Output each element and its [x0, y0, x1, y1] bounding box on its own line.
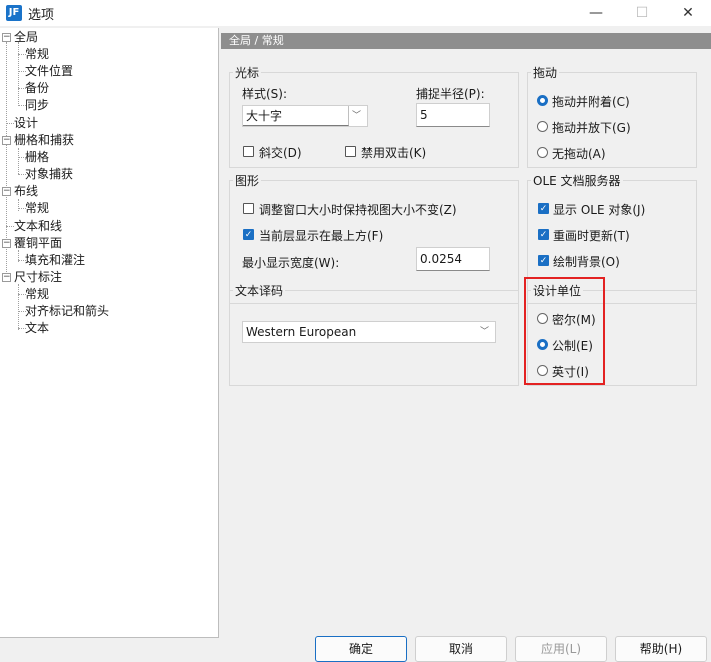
orthogonal-checkbox[interactable] [243, 146, 254, 157]
collapse-icon[interactable]: − [2, 187, 11, 196]
draw-background-label[interactable]: 绘制背景(O) [553, 253, 620, 270]
settings-pane: 全局 / 常规 光标 样式(S): 大十字 ﹀ 捕捉半径(P): 5 斜交(D)… [221, 28, 711, 638]
collapse-icon[interactable]: − [2, 136, 11, 145]
no-drag-label[interactable]: 无拖动(A) [552, 145, 606, 162]
highlight-box [524, 277, 605, 385]
app-icon: JF [6, 5, 22, 21]
collapse-icon[interactable]: − [2, 273, 11, 282]
cursor-group-title: 光标 [233, 64, 262, 81]
help-button[interactable]: 帮助(H) [615, 636, 707, 662]
collapse-icon[interactable]: − [2, 33, 11, 42]
current-layer-top-checkbox[interactable]: ✓ [243, 229, 254, 240]
cancel-button[interactable]: 取消 [415, 636, 507, 662]
graphics-group-title: 图形 [233, 172, 262, 189]
min-width-label: 最小显示宽度(W): [242, 256, 340, 270]
ole-group-title: OLE 文档服务器 [531, 172, 623, 189]
current-layer-top-label[interactable]: 当前层显示在最上方(F) [259, 227, 383, 244]
no-drag-radio[interactable] [537, 147, 548, 158]
disable-dblclick-checkbox[interactable] [345, 146, 356, 157]
keep-view-size-checkbox[interactable] [243, 203, 254, 214]
drag-drop-radio[interactable] [537, 121, 548, 132]
cursor-group: 光标 样式(S): 大十字 ﹀ 捕捉半径(P): 5 斜交(D) 禁用双击(K) [229, 64, 519, 168]
cursor-style-select[interactable]: 大十字 ﹀ [242, 105, 368, 127]
drag-group: 拖动 拖动并附着(C) 拖动并放下(G) 无拖动(A) [527, 64, 697, 168]
apply-button[interactable]: 应用(L) [515, 636, 607, 662]
orthogonal-label[interactable]: 斜交(D) [259, 144, 302, 161]
show-ole-checkbox[interactable]: ✓ [538, 203, 549, 214]
ok-button[interactable]: 确定 [315, 636, 407, 662]
drag-drop-label[interactable]: 拖动并放下(G) [552, 119, 631, 136]
maximize-button[interactable]: ☐ [619, 0, 665, 26]
disable-dblclick-label[interactable]: 禁用双击(K) [361, 144, 426, 161]
drag-attach-label[interactable]: 拖动并附着(C) [552, 93, 630, 110]
keep-view-size-label[interactable]: 调整窗口大小时保持视图大小不变(Z) [259, 201, 457, 218]
style-label: 样式(S): [242, 87, 288, 101]
encoding-group-title: 文本译码 [233, 282, 286, 299]
encoding-group: 文本译码 Western European ﹀ [229, 282, 519, 386]
drag-group-title: 拖动 [531, 64, 560, 81]
close-button[interactable]: ✕ [665, 0, 711, 26]
snap-radius-label: 捕捉半径(P): [416, 87, 485, 101]
minimize-button[interactable]: — [573, 0, 619, 26]
encoding-select[interactable]: Western European ﹀ [242, 321, 496, 343]
pane-header: 全局 / 常规 [221, 33, 711, 49]
chevron-down-icon: ﹀ [351, 111, 361, 121]
chevron-down-icon: ﹀ [479, 327, 489, 337]
min-width-input[interactable]: 0.0254 [416, 247, 490, 271]
options-tree[interactable]: − 全局 常规 文件位置 备份 同步 设计 − 栅格和捕获 栅格 对象捕获 − … [0, 28, 219, 638]
update-redraw-checkbox[interactable]: ✓ [538, 229, 549, 240]
window-title: 选项 [28, 8, 55, 23]
snap-radius-input[interactable]: 5 [416, 103, 490, 127]
draw-background-checkbox[interactable]: ✓ [538, 255, 549, 266]
drag-attach-radio[interactable] [537, 95, 548, 106]
title-bar: JF 选项 — ☐ ✕ [0, 0, 711, 26]
show-ole-label[interactable]: 显示 OLE 对象(J) [553, 201, 645, 218]
collapse-icon[interactable]: − [2, 239, 11, 248]
update-redraw-label[interactable]: 重画时更新(T) [553, 227, 630, 244]
